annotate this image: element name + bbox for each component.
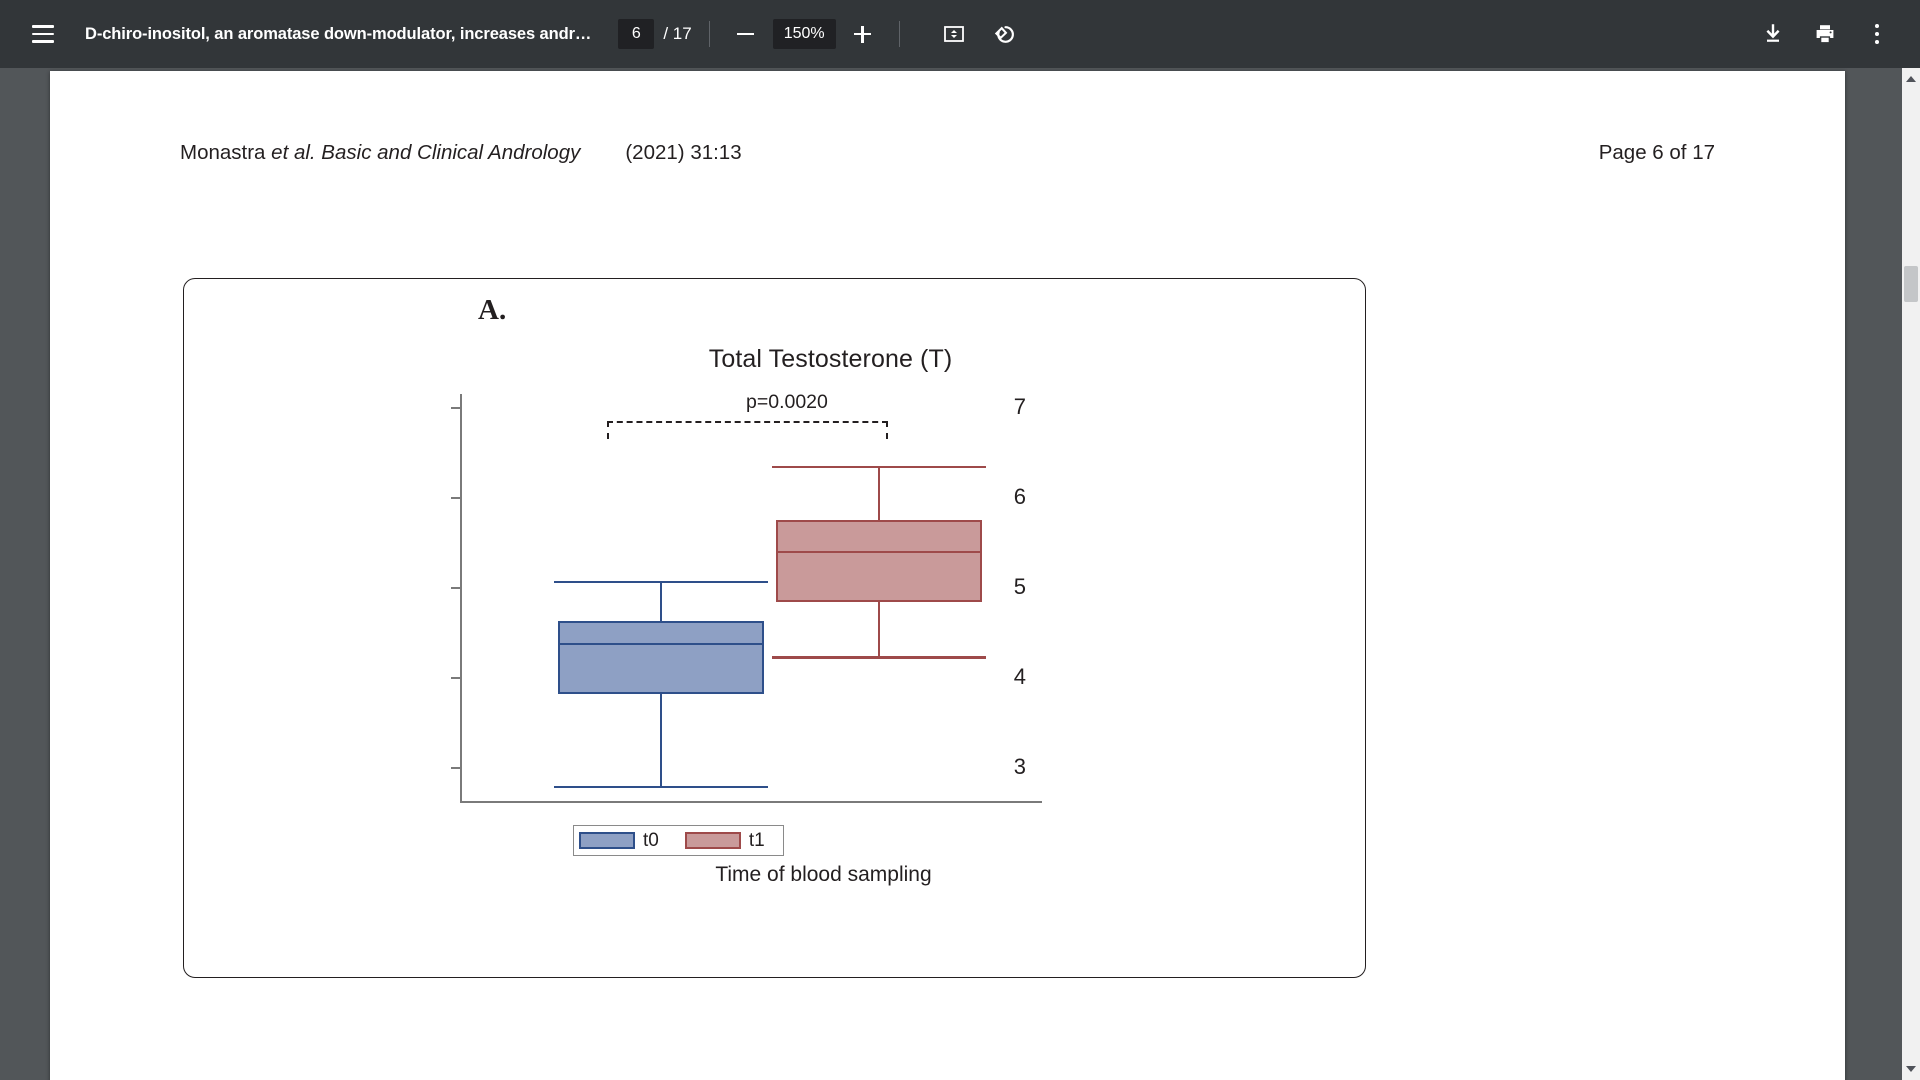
print-icon — [1816, 25, 1834, 44]
fit-to-page-button[interactable] — [931, 11, 977, 57]
legend-label-t1: t1 — [748, 829, 765, 851]
more-options-button[interactable] — [1854, 11, 1900, 57]
y-axis-tick — [451, 587, 460, 589]
chevron-down-icon — [1906, 1066, 1916, 1072]
boxplot-chart: Total Testosterone (T) p=0.0020 34567 ng… — [184, 279, 1365, 977]
box-t1 — [776, 519, 983, 602]
document-title: D-chiro-inositol, an aromatase down-modu… — [85, 24, 592, 43]
download-icon — [1766, 24, 1780, 42]
chevron-up-icon — [1906, 76, 1916, 82]
more-vertical-icon — [1875, 24, 1879, 44]
x-axis-title: Time of blood sampling — [184, 863, 1365, 887]
rotate-button[interactable] — [983, 11, 1029, 57]
scrollbar-thumb[interactable] — [1904, 266, 1918, 302]
y-axis-tick — [451, 677, 460, 679]
hamburger-menu-icon — [32, 25, 54, 43]
zoom-level-display[interactable]: 150% — [772, 19, 836, 49]
upper-whisker-t1 — [877, 465, 881, 520]
download-button[interactable] — [1750, 11, 1796, 57]
y-axis-tick — [451, 767, 460, 769]
y-axis-tick — [451, 497, 460, 499]
pdf-viewer-toolbar: D-chiro-inositol, an aromatase down-modu… — [0, 0, 1920, 68]
running-head-journal: et al. Basic and Clinical Andrology — [271, 141, 581, 164]
plus-icon — [854, 25, 872, 43]
lower-whisker-cap-t1 — [771, 656, 987, 659]
vertical-scrollbar[interactable] — [1902, 68, 1920, 1080]
page-number-input[interactable] — [618, 19, 655, 49]
toolbar-right-actions — [1750, 11, 1900, 57]
minus-icon — [737, 32, 755, 36]
chart-title: Total Testosterone (T) — [184, 345, 1365, 374]
legend-swatch-t0 — [579, 832, 635, 849]
fit-to-page-icon — [943, 26, 964, 42]
chart-title-text: Total Testosterone (T) — [708, 345, 953, 373]
legend-label-t0: t0 — [643, 829, 659, 851]
pdf-viewer-area[interactable]: Monastra et al. Basic and Clinical Andro… — [0, 68, 1920, 1080]
zoom-controls: 150% — [727, 15, 882, 53]
toolbar-divider-2 — [898, 21, 900, 47]
x-axis-title-text: Time of blood sampling — [715, 863, 932, 886]
y-axis-tick — [451, 407, 460, 410]
page-indicator: Page 6 of 17 — [1598, 141, 1715, 164]
sidebar-toggle-button[interactable] — [20, 11, 66, 57]
page-navigation: / 17 — [618, 19, 692, 49]
legend-item-t0[interactable]: t0 — [579, 830, 659, 852]
toolbar-divider-1 — [708, 21, 710, 47]
legend-swatch-t1 — [684, 832, 741, 849]
lower-whisker-t1 — [877, 601, 881, 657]
running-head-author: Monastra — [180, 141, 266, 164]
plot-frame: 34567 ng/ml — [451, 394, 1042, 803]
journal-citation: Monastra et al. Basic and Clinical Andro… — [180, 141, 580, 165]
chart-legend: t0 t1 — [573, 825, 784, 856]
rotate-counterclockwise-icon — [994, 25, 1015, 43]
page-count-label: / 17 — [663, 24, 692, 43]
volume-reference: (2021) 31:13 — [625, 141, 742, 164]
legend-item-t1[interactable]: t1 — [684, 829, 765, 852]
boxplot-t1 — [460, 394, 1042, 803]
zoom-in-button[interactable] — [844, 15, 882, 53]
view-tools — [931, 11, 1029, 57]
zoom-out-button[interactable] — [727, 15, 765, 53]
median-t1 — [776, 551, 983, 554]
scroll-up-button[interactable] — [1902, 70, 1920, 88]
scroll-down-button[interactable] — [1902, 1060, 1920, 1078]
running-head: Monastra et al. Basic and Clinical Andro… — [180, 141, 1715, 165]
pdf-page-canvas: Monastra et al. Basic and Clinical Andro… — [50, 71, 1845, 1080]
print-button[interactable] — [1802, 11, 1848, 57]
upper-whisker-cap-t1 — [771, 465, 987, 469]
figure-panel-a: A. Total Testosterone (T) p=0.0020 34567… — [183, 278, 1366, 978]
